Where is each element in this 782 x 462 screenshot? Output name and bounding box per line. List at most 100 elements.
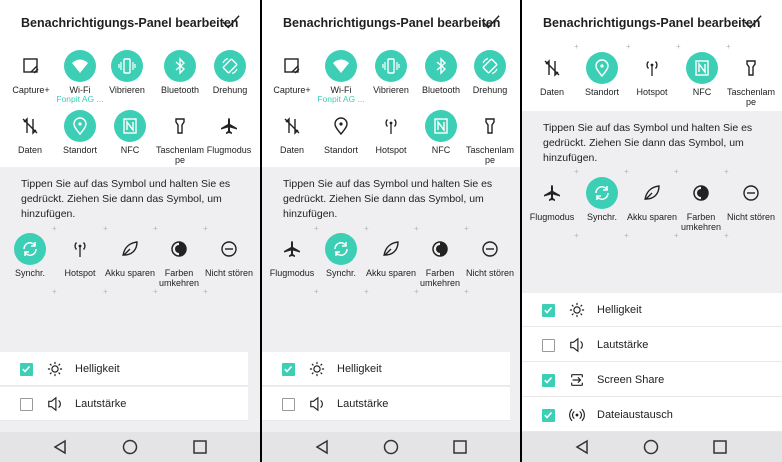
slider-row-file-share[interactable]: Dateiaustausch <box>522 398 782 432</box>
tile-data[interactable]: Daten <box>526 52 578 97</box>
capture-icon <box>15 50 47 82</box>
tile-bluetooth[interactable]: Bluetooth <box>154 50 206 95</box>
tile-flashlight[interactable]: Taschenlam pe <box>154 110 206 165</box>
page-title: Benachrichtigungs-Panel bearbeiten <box>283 16 501 30</box>
leaf-icon <box>114 233 146 265</box>
home-icon[interactable] <box>122 439 138 455</box>
slider-row-brightness[interactable]: Helligkeit <box>262 352 510 386</box>
tile-do-not-disturb[interactable]: Nicht stören <box>203 233 255 278</box>
tile-location[interactable]: Standort <box>576 52 628 97</box>
inactive-tiles-area: Tippen Sie auf das Symbol und halten Sie… <box>522 111 782 299</box>
brightness-icon <box>47 361 63 377</box>
tile-location[interactable]: Standort <box>315 110 367 155</box>
confirm-check-icon[interactable] <box>744 14 762 30</box>
tile-flight-mode[interactable]: Flugmodus <box>266 233 318 278</box>
tile-flashlight[interactable]: Taschenlam pe <box>464 110 516 165</box>
tile-nfc[interactable]: NFC <box>415 110 467 155</box>
slider-row-volume[interactable]: Lautstärke <box>0 387 248 421</box>
home-icon[interactable] <box>383 439 399 455</box>
brightness-checkbox[interactable] <box>542 304 555 317</box>
volume-checkbox[interactable] <box>20 398 33 411</box>
drag-hint: Tippen Sie auf das Symbol und halten Sie… <box>543 122 753 164</box>
slider-row-brightness[interactable]: Helligkeit <box>522 293 782 327</box>
phone-screen-2: Benachrichtigungs-Panel bearbeiten Captu… <box>262 0 520 462</box>
volume-checkbox[interactable] <box>542 339 555 352</box>
tile-rotation[interactable]: Drehung <box>204 50 256 95</box>
tile-sync[interactable]: Synchr. <box>315 233 367 278</box>
back-icon[interactable] <box>314 439 330 455</box>
screen-share-checkbox[interactable] <box>542 374 555 387</box>
header: Benachrichtigungs-Panel bearbeiten <box>0 0 260 44</box>
recent-apps-icon[interactable] <box>192 439 208 455</box>
tile-wifi[interactable]: Wi-Fi Fonpit AG ... <box>54 50 106 104</box>
tile-bluetooth[interactable]: Bluetooth <box>415 50 467 95</box>
file-share-checkbox[interactable] <box>542 409 555 422</box>
tile-nfc[interactable]: NFC <box>104 110 156 155</box>
slider-row-volume[interactable]: Lautstärke <box>262 387 510 421</box>
recent-apps-icon[interactable] <box>712 439 728 455</box>
tile-vibrate[interactable]: Vibrieren <box>101 50 153 95</box>
tile-do-not-disturb[interactable]: Nicht stören <box>725 177 777 222</box>
rotation-icon <box>474 50 506 82</box>
bluetooth-icon <box>425 50 457 82</box>
data-icon <box>14 110 46 142</box>
airplane-icon <box>213 110 245 142</box>
tile-battery-saver[interactable]: Akku sparen <box>626 177 678 222</box>
tile-sync[interactable]: Synchr. <box>4 233 56 278</box>
slider-row-brightness[interactable]: Helligkeit <box>0 352 248 386</box>
tile-flight-mode[interactable]: Flugmodus <box>203 110 255 155</box>
confirm-check-icon[interactable] <box>482 14 500 30</box>
tile-wifi[interactable]: Wi-Fi Fonpit AG ... <box>315 50 367 104</box>
recent-apps-icon[interactable] <box>452 439 468 455</box>
navigation-bar <box>262 432 520 462</box>
slider-row-screen-share[interactable]: Screen Share <box>522 363 782 397</box>
tile-battery-saver[interactable]: Akku sparen <box>104 233 156 278</box>
volume-icon <box>309 396 325 412</box>
brightness-checkbox[interactable] <box>20 363 33 376</box>
tile-hotspot[interactable]: Hotspot <box>54 233 106 278</box>
tile-location[interactable]: Standort <box>54 110 106 155</box>
brightness-icon <box>309 361 325 377</box>
drag-hint: Tippen Sie auf das Symbol und halten Sie… <box>283 178 493 220</box>
tile-data[interactable]: Daten <box>4 110 56 155</box>
back-icon[interactable] <box>574 439 590 455</box>
tile-hotspot[interactable]: Hotspot <box>626 52 678 97</box>
capture-icon <box>276 50 308 82</box>
tile-do-not-disturb[interactable]: Nicht stören <box>464 233 516 278</box>
confirm-check-icon[interactable] <box>222 14 240 30</box>
tile-sync[interactable]: Synchr. <box>576 177 628 222</box>
airplane-icon <box>536 177 568 209</box>
volume-checkbox[interactable] <box>282 398 295 411</box>
tile-invert-colors[interactable]: Farben umkehren <box>675 177 727 232</box>
phone-screen-1: Benachrichtigungs-Panel bearbeiten Captu… <box>0 0 260 462</box>
tile-vibrate[interactable]: Vibrieren <box>365 50 417 95</box>
location-icon <box>325 110 357 142</box>
tile-data[interactable]: Daten <box>266 110 318 155</box>
inactive-tiles-area: Tippen Sie auf das Symbol und halten Sie… <box>262 167 520 352</box>
back-icon[interactable] <box>52 439 68 455</box>
hotspot-icon <box>64 233 96 265</box>
home-icon[interactable] <box>643 439 659 455</box>
tile-rotation[interactable]: Drehung <box>464 50 516 95</box>
tile-hotspot[interactable]: Hotspot <box>365 110 417 155</box>
hotspot-icon <box>375 110 407 142</box>
tile-invert-colors[interactable]: Farben umkehren <box>153 233 205 288</box>
brightness-checkbox[interactable] <box>282 363 295 376</box>
rotation-icon <box>214 50 246 82</box>
header: Benachrichtigungs-Panel bearbeiten <box>262 0 520 44</box>
brightness-icon <box>569 302 585 318</box>
sync-icon <box>586 177 618 209</box>
tile-capture[interactable]: Capture+ <box>266 50 318 95</box>
tile-flight-mode[interactable]: Flugmodus <box>526 177 578 222</box>
data-icon <box>536 52 568 84</box>
vibrate-icon <box>375 50 407 82</box>
tile-flashlight[interactable]: Taschenlam pe <box>725 52 777 107</box>
tile-battery-saver[interactable]: Akku sparen <box>365 233 417 278</box>
invert-colors-icon <box>163 233 195 265</box>
tile-invert-colors[interactable]: Farben umkehren <box>414 233 466 288</box>
sync-icon <box>14 233 46 265</box>
slider-row-volume[interactable]: Lautstärke <box>522 328 782 362</box>
tile-capture[interactable]: Capture+ <box>5 50 57 95</box>
location-icon <box>586 52 618 84</box>
tile-nfc[interactable]: NFC <box>676 52 728 97</box>
